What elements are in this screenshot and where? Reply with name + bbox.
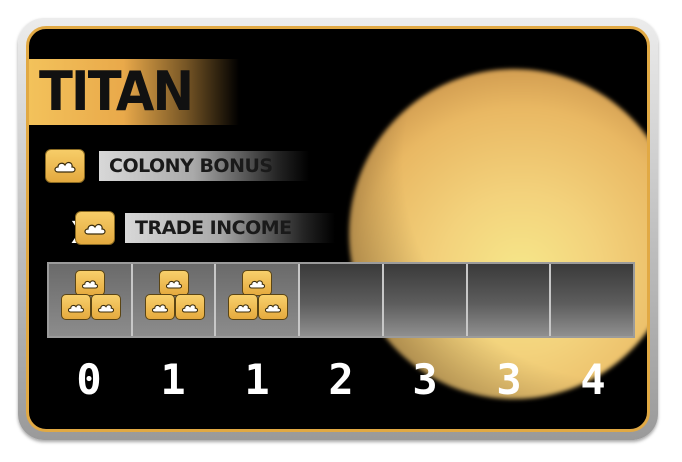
trade-income-cloud-icon — [75, 211, 115, 245]
cloud-icon — [174, 294, 205, 320]
track-slot[interactable] — [132, 264, 217, 336]
cloud-icon — [228, 294, 259, 320]
track-slot[interactable] — [300, 264, 384, 336]
track-slot[interactable] — [467, 264, 552, 336]
track-slot[interactable] — [551, 264, 634, 336]
cloud-icon — [91, 294, 121, 320]
cloud-icon — [61, 294, 91, 320]
cloud-stack — [222, 268, 294, 334]
card-title: TITAN — [39, 60, 194, 123]
track-value: 3 — [412, 355, 438, 404]
track-value: 1 — [244, 355, 270, 404]
track-value: 1 — [160, 355, 186, 404]
trade-income-label: TRADE INCOME — [125, 213, 335, 243]
cloud-stack — [139, 268, 211, 334]
colony-bonus-cloud-icon — [45, 149, 85, 183]
cloud-icon — [75, 270, 105, 296]
cloud-icon — [144, 294, 175, 320]
colony-track — [47, 262, 635, 338]
track-values: 0 1 1 2 3 3 4 — [47, 355, 635, 405]
track-value: 2 — [328, 355, 354, 404]
track-value: 3 — [496, 355, 522, 404]
track-slot[interactable] — [49, 264, 133, 336]
track-value: 4 — [580, 355, 606, 404]
cloud-stack — [55, 268, 127, 334]
colony-card[interactable]: TITAN COLONY BONUS X TRADE INCOME 011233… — [26, 26, 650, 432]
cloud-icon — [84, 223, 106, 235]
track-value: 0 — [76, 355, 102, 404]
cloud-icon — [242, 270, 273, 296]
track-slot[interactable] — [383, 264, 468, 336]
cloud-icon — [158, 270, 189, 296]
track-slot[interactable] — [216, 264, 301, 336]
cloud-icon — [54, 161, 76, 173]
cloud-icon — [258, 294, 289, 320]
colony-bonus-label: COLONY BONUS — [99, 151, 309, 181]
